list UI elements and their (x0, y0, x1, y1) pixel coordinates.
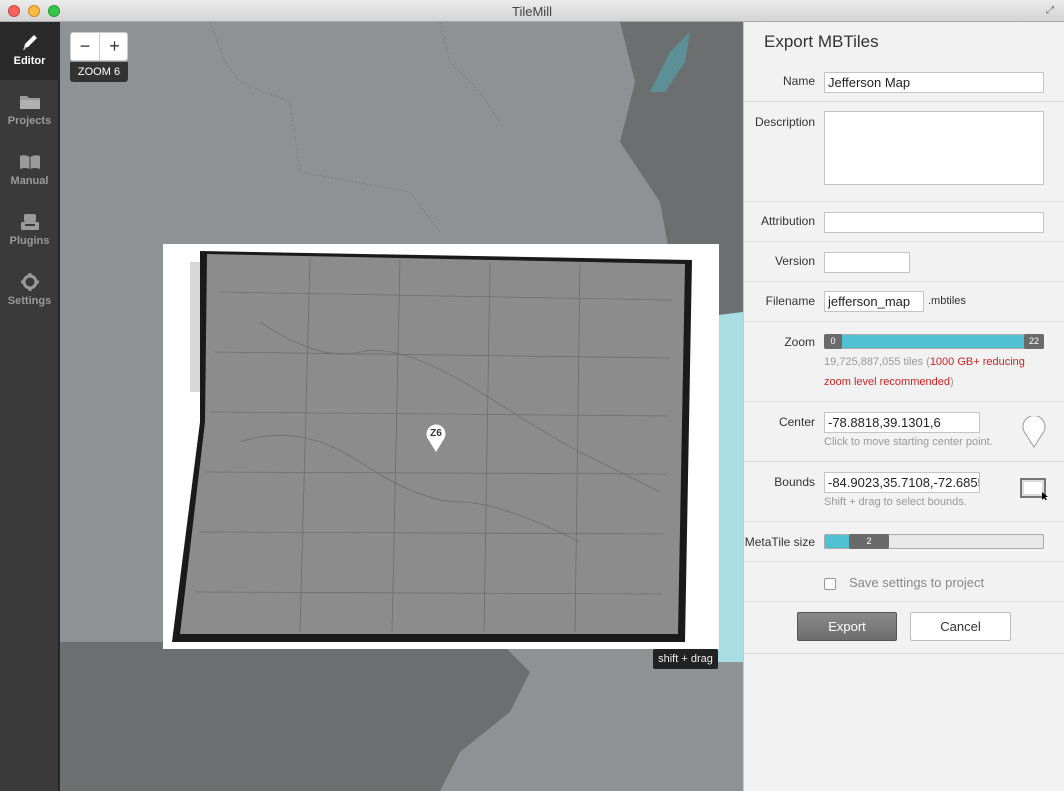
window-title: TileMill (512, 4, 552, 19)
sidebar-item-manual[interactable]: Manual (0, 142, 59, 200)
description-field[interactable] (824, 111, 1044, 185)
bounds-select-icon[interactable] (1020, 478, 1048, 500)
description-row: Description (744, 102, 1064, 202)
name-label: Name (782, 74, 815, 88)
save-settings-row: Save settings to project (744, 562, 1064, 602)
tiles-count: 19,725,887,055 tiles ( (824, 356, 930, 368)
sidebar-item-label: Plugins (9, 235, 50, 247)
sidebar: Editor Projects Manual Plugins Settings (0, 22, 59, 791)
zoom-in-button[interactable]: + (100, 33, 129, 60)
sidebar-item-label: Editor (13, 55, 46, 67)
filename-field[interactable]: jefferson_map (824, 291, 924, 312)
version-label: Version (774, 254, 815, 268)
filename-label: Filename (765, 294, 815, 308)
book-icon (19, 155, 40, 169)
sidebar-item-label: Manual (10, 175, 49, 187)
metatile-row: MetaTile size 2 (744, 522, 1064, 562)
map-canvas[interactable]: Z6 − + ZOOM 6 shift + drag (60, 22, 743, 791)
center-row: Center -78.8818,39.1301,6 Click to move … (744, 402, 1064, 462)
map-layer (60, 22, 743, 791)
folder-icon (19, 96, 40, 109)
pin-icon[interactable] (1022, 416, 1046, 448)
attribution-label: Attribution (760, 214, 815, 228)
filename-row: Filename jefferson_map .mbtiles (744, 282, 1064, 322)
metatile-label: MetaTile size (744, 535, 815, 549)
sidebar-item-label: Settings (7, 295, 52, 307)
center-hint: Click to move starting center point. (824, 436, 993, 448)
metatile-handle[interactable]: 2 (849, 534, 889, 549)
zoom-level-badge: ZOOM 6 (70, 62, 128, 82)
version-row: Version (744, 242, 1064, 282)
filename-suffix: .mbtiles (928, 295, 966, 307)
button-row: Export Cancel (744, 602, 1064, 654)
bounds-label: Bounds (774, 475, 815, 489)
sidebar-item-editor[interactable]: Editor (0, 22, 59, 80)
attribution-row: Attribution (744, 202, 1064, 242)
zoom-max-handle[interactable]: 22 (1024, 334, 1044, 349)
metatile-fill (825, 535, 851, 548)
zoom-min-handle[interactable]: 0 (824, 334, 842, 349)
zoom-control: − + (70, 32, 128, 61)
bounds-field[interactable]: -84.9023,35.7108,-72.6855 (824, 472, 980, 493)
title-bar: TileMill ⤢ (0, 0, 1064, 22)
zoom-range-slider[interactable]: 0 22 (824, 334, 1044, 349)
export-panel: Export MBTiles Name Jefferson Map Descri… (743, 22, 1064, 791)
sidebar-item-projects[interactable]: Projects (0, 82, 59, 140)
plugin-icon (20, 214, 39, 230)
sidebar-item-settings[interactable]: Settings (0, 262, 59, 320)
save-settings-checkbox[interactable] (824, 578, 836, 590)
cancel-button[interactable]: Cancel (910, 612, 1011, 641)
export-button[interactable]: Export (797, 612, 897, 641)
version-field[interactable] (824, 252, 910, 273)
tiles-estimate: 19,725,887,055 tiles (1000 GB+ reducing … (824, 352, 1044, 392)
zoom-out-button[interactable]: − (71, 33, 100, 60)
pencil-icon (22, 35, 37, 50)
bounds-row: Bounds -84.9023,35.7108,-72.6855 Shift +… (744, 462, 1064, 522)
attribution-field[interactable] (824, 212, 1044, 233)
sidebar-item-label: Projects (7, 115, 52, 127)
zoom-range-fill (825, 335, 1043, 348)
center-field[interactable]: -78.8818,39.1301,6 (824, 412, 980, 433)
save-settings-label: Save settings to project (849, 575, 985, 590)
center-marker-label: Z6 (430, 428, 442, 439)
description-label: Description (754, 115, 815, 129)
name-field[interactable]: Jefferson Map (824, 72, 1044, 93)
center-label: Center (778, 415, 815, 429)
panel-title: Export MBTiles (764, 32, 879, 51)
bounds-hint: Shift + drag to select bounds. (824, 496, 967, 508)
fullscreen-icon[interactable]: ⤢ (1046, 5, 1058, 17)
zoom-label: Zoom (784, 335, 815, 349)
sidebar-item-plugins[interactable]: Plugins (0, 202, 59, 260)
name-row: Name Jefferson Map (744, 62, 1064, 102)
gear-icon (20, 273, 39, 291)
tiles-close: ) (949, 376, 954, 388)
shift-drag-hint: shift + drag (653, 649, 718, 669)
metatile-slider[interactable]: 2 (824, 534, 1044, 549)
zoom-row: Zoom 0 22 19,725,887,055 tiles (1000 GB+… (744, 322, 1064, 402)
